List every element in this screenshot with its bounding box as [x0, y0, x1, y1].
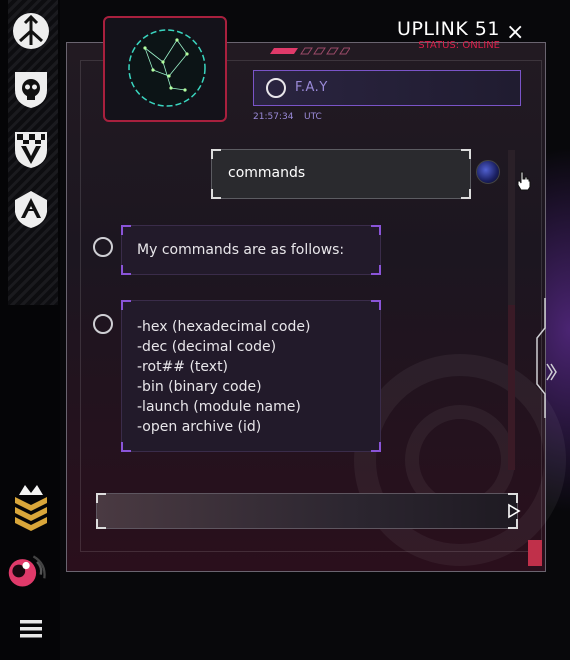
scrollbar-thumb[interactable]	[508, 150, 515, 305]
timestamp: 21:57:34	[253, 112, 294, 122]
user-message: commands	[211, 149, 471, 199]
command-item: -hex (hexadecimal code)	[137, 319, 311, 335]
command-item: -dec (decimal code)	[137, 339, 277, 355]
panel-accent	[528, 540, 542, 566]
command-item: -launch (module name)	[137, 399, 301, 415]
sidebar	[0, 0, 60, 660]
bot-status-circle	[93, 237, 113, 257]
contact-name: F.A.Y	[295, 80, 328, 95]
wing-shield-icon[interactable]	[10, 188, 52, 230]
send-icon[interactable]	[507, 503, 521, 519]
signal-strength-icon	[270, 47, 350, 55]
menu-icon[interactable]	[20, 620, 42, 642]
command-item: -open archive (id)	[137, 419, 262, 435]
message-input[interactable]	[96, 493, 518, 529]
status-text: STATUS: ONLINE	[418, 40, 500, 51]
planet-signal-icon[interactable]	[6, 550, 48, 592]
contact-status-circle	[266, 78, 286, 98]
bot-status-circle	[93, 314, 113, 334]
hand-cursor-icon	[517, 171, 531, 191]
rank-chevrons-icon[interactable]	[10, 485, 52, 531]
bot-message: My commands are as follows:	[121, 225, 381, 275]
checkered-v-shield-icon[interactable]	[10, 128, 52, 170]
contact-avatar	[103, 16, 227, 122]
tripod-emblem-icon[interactable]	[10, 10, 52, 52]
timezone: UTC	[304, 112, 322, 122]
skull-shield-icon[interactable]	[10, 68, 52, 110]
side-expand-tab[interactable]	[535, 298, 563, 418]
chevron-right-icon	[546, 363, 557, 381]
user-message-text: commands	[228, 165, 306, 181]
command-item: -bin (binary code)	[137, 379, 262, 395]
window-title: UPLINK 51	[397, 18, 500, 40]
close-icon[interactable]: ×	[506, 22, 524, 44]
bot-command-list: -hex (hexadecimal code) -dec (decimal co…	[121, 300, 381, 452]
user-avatar	[476, 160, 500, 184]
bot-message-text: My commands are as follows:	[137, 242, 345, 258]
contact-bar[interactable]: F.A.Y	[253, 70, 521, 106]
constellation-avatar-icon	[128, 29, 206, 107]
command-item: -rot## (text)	[137, 359, 229, 375]
